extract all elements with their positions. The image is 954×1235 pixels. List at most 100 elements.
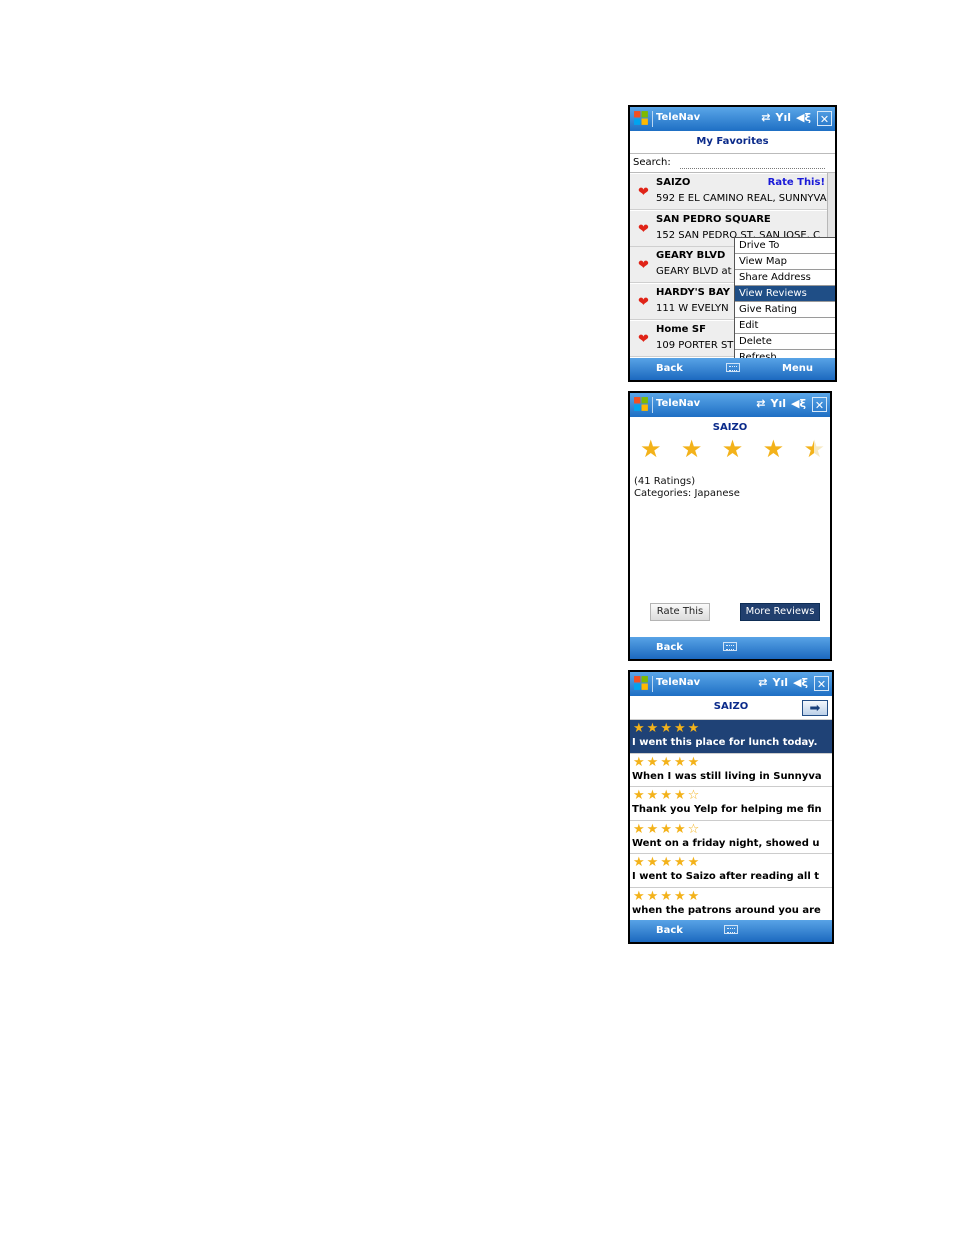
screen-rating-detail: TeleNav ⇄ Yıl ◀ξ ✕ SAIZO ★ ★ ★ ★ ★ (41 Ratin…: [628, 391, 832, 661]
review-text: I went to Saizo after reading all t: [632, 871, 820, 883]
sync-arrows-icon[interactable]: ⇄: [758, 676, 767, 689]
star-icon: ★: [721, 435, 744, 463]
star-icon: ★: [646, 788, 661, 804]
star-icon: ★: [687, 721, 702, 736]
star-icon: ★: [673, 754, 688, 770]
star-icon: ★: [660, 821, 674, 837]
star-icon: ★: [646, 855, 661, 871]
review-row[interactable]: ★★★★★ I went this place for lunch today.: [630, 719, 832, 753]
review-text: I went this place for lunch today.: [632, 737, 818, 748]
star-icon: ★: [673, 788, 688, 804]
keyboard-icon[interactable]: [725, 363, 740, 372]
arrow-right-icon[interactable]: ➡: [802, 700, 828, 716]
back-button[interactable]: Back: [656, 925, 683, 936]
page-title: My Favorites: [696, 136, 769, 147]
sync-arrows-icon[interactable]: ⇄: [761, 111, 770, 124]
star-icon: ★: [633, 754, 647, 770]
search-input[interactable]: [680, 157, 825, 169]
review-stars: ★★★★★: [633, 721, 701, 736]
speaker-icon[interactable]: ◀ξ: [791, 397, 806, 410]
favorite-address: GEARY BLVD at: [656, 266, 732, 277]
star-icon: ★: [633, 788, 647, 804]
menu-item-delete[interactable]: Delete: [735, 334, 835, 350]
bottom-bar: Back: [630, 920, 832, 942]
title-separator: [652, 676, 653, 692]
back-button[interactable]: Back: [656, 363, 683, 374]
windows-flag-icon[interactable]: [633, 396, 650, 413]
star-icon: ★: [660, 788, 674, 804]
rating-stars: ★ ★ ★ ★ ★: [640, 435, 825, 463]
review-text: Thank you Yelp for helping me fin: [632, 804, 822, 816]
heart-icon: ❤: [638, 222, 649, 237]
bottom-bar: Back Menu: [630, 358, 835, 380]
star-icon: ★: [646, 821, 661, 837]
review-stars: ★★★★☆: [633, 822, 701, 837]
star-icon: ★: [680, 435, 703, 463]
review-row[interactable]: ★★★★☆ Thank you Yelp for helping me fin: [630, 786, 832, 821]
keyboard-icon[interactable]: [724, 925, 738, 934]
speaker-icon[interactable]: ◀ξ: [796, 111, 811, 124]
sync-arrows-icon[interactable]: ⇄: [756, 397, 765, 410]
menu-item-edit[interactable]: Edit: [735, 318, 835, 334]
favorite-name: SAIZO: [656, 177, 691, 188]
close-icon[interactable]: ✕: [817, 111, 832, 126]
star-icon: ★: [660, 754, 674, 770]
close-icon[interactable]: ✕: [814, 676, 829, 691]
close-icon[interactable]: ✕: [812, 397, 827, 412]
title-separator: [652, 397, 653, 413]
speaker-icon[interactable]: ◀ξ: [793, 676, 808, 689]
more-reviews-button[interactable]: More Reviews: [740, 603, 820, 621]
review-text: when the patrons around you are: [632, 905, 821, 916]
star-icon: ★: [660, 889, 674, 904]
review-row[interactable]: ★★★★★ I went to Saizo after reading all t: [630, 853, 832, 888]
star-icon: ★: [803, 435, 825, 463]
menu-item-view-map[interactable]: View Map: [735, 254, 835, 270]
signal-bars-icon[interactable]: Yıl: [776, 111, 792, 124]
review-text: When I was still living in Sunnyva: [632, 770, 822, 782]
star-icon: ★: [673, 855, 688, 871]
title-bar: TeleNav ⇄ Yıl ◀ξ ✕: [630, 107, 835, 131]
keyboard-icon[interactable]: [723, 642, 737, 651]
review-stars: ★★★★★: [633, 755, 701, 770]
windows-flag-icon[interactable]: [633, 110, 650, 127]
rate-this-button[interactable]: Rate This: [650, 603, 710, 621]
app-title: TeleNav: [656, 677, 701, 688]
review-stars: ★★★★☆: [633, 788, 701, 803]
star-icon: ★: [640, 435, 662, 463]
status-icons: ⇄ Yıl ◀ξ: [758, 676, 808, 689]
star-icon: ★: [673, 821, 688, 837]
signal-bars-icon[interactable]: Yıl: [773, 676, 789, 689]
menu-button[interactable]: Menu: [782, 363, 813, 374]
review-row[interactable]: ★★★★★ When I was still living in Sunnyva: [630, 752, 832, 787]
windows-flag-icon[interactable]: [633, 675, 650, 692]
review-row[interactable]: ★★★★★ when the patrons around you are: [630, 887, 832, 921]
star-icon: ★: [646, 754, 661, 770]
categories: Categories: Japanese: [634, 488, 740, 499]
review-row[interactable]: ★★★★☆ Went on a friday night, showed u: [630, 819, 832, 854]
app-title: TeleNav: [656, 398, 701, 409]
favorite-address: 111 W EVELYN: [656, 303, 729, 314]
favorite-item[interactable]: ❤ SAIZO Rate This! 592 E EL CAMINO REAL,…: [630, 174, 827, 210]
star-icon: ★: [633, 855, 647, 871]
menu-item-drive-to[interactable]: Drive To: [735, 238, 835, 254]
rate-this-link[interactable]: Rate This!: [768, 177, 825, 188]
star-icon: ★: [633, 821, 647, 837]
menu-item-share-address[interactable]: Share Address: [735, 270, 835, 286]
ratings-count: (41 Ratings): [634, 476, 696, 487]
review-stars: ★★★★★: [633, 855, 701, 870]
back-button[interactable]: Back: [656, 642, 683, 653]
favorite-address: 592 E EL CAMINO REAL, SUNNYVA: [656, 193, 827, 204]
screen-my-favorites: TeleNav ⇄ Yıl ◀ξ ✕ My Favorites Search: …: [628, 105, 837, 382]
favorite-name: GEARY BLVD: [656, 250, 726, 261]
heart-icon: ❤: [638, 185, 649, 200]
signal-bars-icon[interactable]: Yıl: [771, 397, 787, 410]
title-bar: TeleNav ⇄ Yıl ◀ξ ✕: [630, 672, 832, 696]
star-icon: ☆: [687, 821, 702, 837]
star-icon: ☆: [687, 788, 702, 804]
search-row: Search:: [630, 153, 835, 173]
menu-item-view-reviews[interactable]: View Reviews: [735, 286, 835, 302]
menu-item-give-rating[interactable]: Give Rating: [735, 302, 835, 318]
favorite-name: HARDY'S BAY: [656, 287, 731, 298]
favorite-name: SAN PEDRO SQUARE: [656, 214, 771, 225]
title-separator: [652, 111, 653, 127]
